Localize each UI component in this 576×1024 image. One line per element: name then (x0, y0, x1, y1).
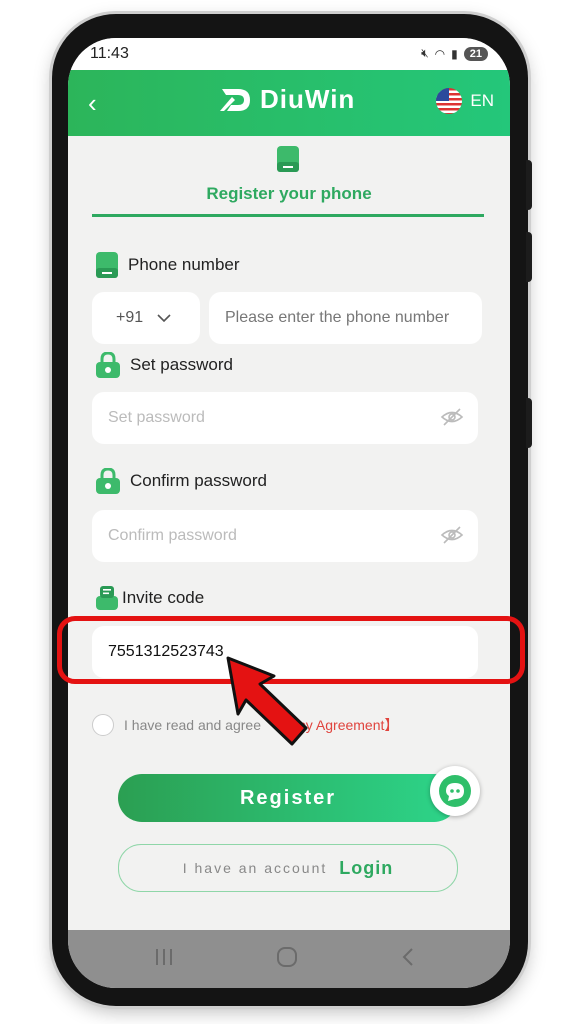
lock-icon (96, 468, 120, 494)
password-input[interactable]: Set password (92, 392, 478, 444)
login-button[interactable]: I have an account Login (118, 844, 458, 892)
chevron-down-icon (157, 314, 171, 322)
chat-button[interactable] (430, 766, 480, 816)
confirm-password-input[interactable]: Confirm password (92, 510, 478, 562)
us-flag-icon (436, 88, 463, 114)
phone-number-label: Phone number (96, 252, 240, 278)
annotation-arrow-icon (226, 656, 308, 746)
side-button (526, 398, 532, 448)
have-account-text: I have an account (182, 860, 328, 876)
tab-register-phone[interactable]: Register your phone (68, 184, 510, 204)
home-icon[interactable] (276, 946, 298, 968)
language-code: EN (470, 91, 494, 110)
android-nav-bar (68, 930, 510, 988)
invite-icon (96, 586, 118, 610)
brand-logo: DiuWin (218, 84, 355, 115)
set-password-label-text: Set password (130, 355, 233, 374)
invite-code-label-text: Invite code (122, 588, 205, 607)
phone-placeholder: Please enter the phone number (225, 309, 450, 326)
phone-icon (96, 252, 118, 278)
phone-icon (277, 146, 299, 172)
brand-name: DiuWin (260, 84, 356, 114)
app-header: ‹ DiuWin EN (68, 70, 510, 136)
phone-input[interactable]: Please enter the phone number (209, 292, 482, 344)
password-placeholder: Set password (108, 409, 205, 426)
mute-icon: 🔇︎ (421, 46, 429, 60)
phone-number-label-text: Phone number (128, 255, 240, 274)
chat-icon (439, 775, 471, 807)
side-button (526, 232, 532, 282)
back-icon[interactable]: ‹ (88, 88, 114, 118)
screen: 11:43 🔇︎ ◠ ▮ 21 ‹ DiuWin EN Register you… (68, 38, 510, 988)
back-nav-icon[interactable] (400, 946, 416, 968)
status-time: 11:43 (90, 45, 129, 62)
invite-code-label: Invite code (96, 586, 204, 610)
agree-checkbox[interactable] (92, 714, 114, 736)
status-bar: 11:43 🔇︎ ◠ ▮ 21 (68, 38, 510, 70)
confirm-password-label-text: Confirm password (130, 471, 267, 490)
wifi-icon: ◠ (434, 46, 446, 61)
confirm-password-label: Confirm password (96, 468, 267, 494)
country-code-value: +91 (116, 309, 144, 326)
set-password-label: Set password (96, 352, 233, 378)
lock-icon (96, 352, 120, 378)
register-button[interactable]: Register (118, 774, 458, 822)
recent-apps-icon[interactable] (154, 946, 174, 968)
tab-underline (92, 214, 484, 217)
status-icons: 🔇︎ ◠ ▮ 21 (421, 46, 488, 61)
logo-icon (220, 88, 250, 111)
eye-off-icon[interactable] (440, 524, 464, 546)
side-button (526, 160, 532, 210)
language-selector[interactable]: EN (436, 88, 494, 114)
eye-off-icon[interactable] (440, 406, 464, 428)
country-code-select[interactable]: +91 (92, 292, 200, 344)
battery-badge: 21 (463, 46, 488, 61)
confirm-password-placeholder: Confirm password (108, 527, 237, 544)
login-text: Login (339, 857, 394, 878)
signal-icon: ▮ (451, 46, 458, 61)
